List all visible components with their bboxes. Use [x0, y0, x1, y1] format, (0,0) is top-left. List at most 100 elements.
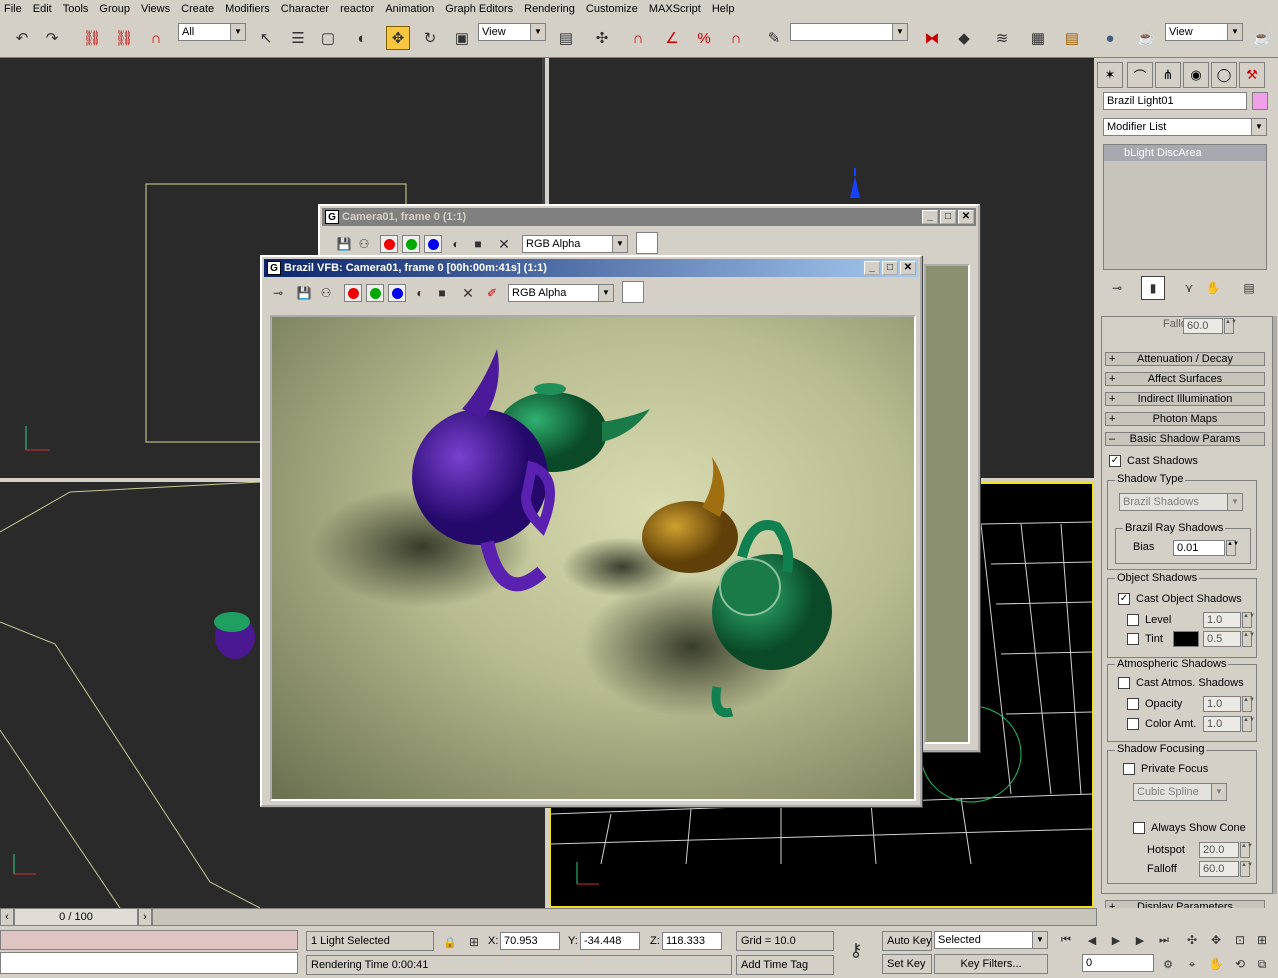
create-tab-icon[interactable]: ✶: [1097, 62, 1123, 88]
object-name-field[interactable]: Brazil Light01: [1103, 92, 1247, 110]
reference-coordinate-dropdown[interactable]: View ▼: [478, 23, 546, 41]
material-editor-icon[interactable]: ●: [1098, 26, 1122, 50]
modifier-list-dropdown[interactable]: Modifier List ▼: [1103, 118, 1267, 136]
hierarchy-tab-icon[interactable]: ⋔: [1155, 62, 1181, 88]
menu-animation[interactable]: Animation: [385, 3, 434, 15]
key-filters-button[interactable]: Key Filters...: [934, 954, 1048, 974]
play-icon[interactable]: ▶: [1104, 928, 1128, 952]
align-icon[interactable]: ◆: [952, 26, 976, 50]
hotspot-spinner[interactable]: 20.0 ▲▼: [1199, 842, 1253, 858]
opacity-checkbox[interactable]: [1127, 698, 1139, 710]
set-key-button[interactable]: Set Key: [882, 954, 932, 974]
select-and-link-icon[interactable]: ⛓: [80, 26, 104, 50]
percent-snap-icon[interactable]: %: [692, 26, 716, 50]
select-by-name-icon[interactable]: ☰: [286, 26, 310, 50]
rollout-attenuation-decay[interactable]: + Attenuation / Decay: [1105, 352, 1265, 366]
rollout-basic-shadow-params[interactable]: – Basic Shadow Params: [1105, 432, 1265, 446]
time-configuration-icon[interactable]: ⚙: [1156, 952, 1180, 976]
rollout-affect-surfaces[interactable]: + Affect Surfaces: [1105, 372, 1265, 386]
configure-modifier-sets-icon[interactable]: ▤: [1237, 276, 1261, 300]
menu-graph-editors[interactable]: Graph Editors: [445, 3, 513, 15]
private-focus-checkbox[interactable]: [1123, 763, 1135, 775]
select-and-rotate-icon[interactable]: ↻: [418, 26, 442, 50]
field-of-view-icon[interactable]: ⌖: [1180, 952, 1204, 976]
falloff-spinner[interactable]: 60.0 ▲▼: [1199, 861, 1253, 877]
snap-3d-icon[interactable]: ∩: [626, 26, 650, 50]
close-button[interactable]: ✕: [900, 261, 916, 275]
show-end-result-icon[interactable]: ▮: [1141, 276, 1165, 300]
display-tab-icon[interactable]: ◯: [1211, 62, 1237, 88]
layer-manager-icon[interactable]: ≋: [990, 26, 1014, 50]
render-type-dropdown[interactable]: View ▼: [1165, 23, 1243, 41]
maximize-button[interactable]: □: [940, 210, 956, 224]
curve-editor-icon[interactable]: ▦: [1026, 26, 1050, 50]
pivot-center-icon[interactable]: ▤: [554, 26, 578, 50]
timeline-prev-icon[interactable]: ‹: [0, 908, 14, 926]
undo-icon[interactable]: ↶: [10, 26, 34, 50]
menu-character[interactable]: Character: [281, 3, 329, 15]
clear-icon[interactable]: ✕: [492, 232, 516, 256]
level-spinner[interactable]: 1.0 ▲▼: [1203, 612, 1255, 628]
falloff-top-spinner[interactable]: 60.0 ▲▼: [1183, 318, 1237, 334]
red-channel-button[interactable]: [344, 284, 362, 302]
tint-color-swatch[interactable]: [1173, 631, 1199, 647]
zoom-icon[interactable]: ✣: [1180, 928, 1204, 952]
next-frame-icon[interactable]: ▶: [1128, 928, 1152, 952]
spinner-snap-icon[interactable]: ∩: [724, 26, 748, 50]
select-manipulate-icon[interactable]: ✣: [590, 26, 614, 50]
opacity-spinner[interactable]: 1.0 ▲▼: [1203, 696, 1255, 712]
menu-customize[interactable]: Customize: [586, 3, 638, 15]
maximize-viewport-icon[interactable]: ⧉: [1250, 952, 1274, 976]
redo-icon[interactable]: ↷: [40, 26, 64, 50]
remove-modifier-icon[interactable]: ✋: [1201, 276, 1225, 300]
close-button[interactable]: ✕: [958, 210, 974, 224]
alpha-toggle-icon[interactable]: ◐: [444, 232, 468, 256]
clone-window-icon[interactable]: ⚇: [314, 281, 338, 305]
shadow-type-dropdown[interactable]: Brazil Shadows ▼: [1119, 493, 1243, 511]
rollout-indirect-illumination[interactable]: + Indirect Illumination: [1105, 392, 1265, 406]
angle-snap-icon[interactable]: ∠: [660, 26, 684, 50]
level-checkbox[interactable]: [1127, 614, 1139, 626]
blue-channel-button[interactable]: [424, 235, 442, 253]
edit-named-selection-icon[interactable]: ✎: [762, 26, 786, 50]
key-selection-dropdown[interactable]: Selected ▼: [934, 931, 1048, 949]
window-crossing-icon[interactable]: ◐: [350, 26, 374, 50]
brazil-vfb-window[interactable]: G Brazil VFB: Camera01, frame 0 [00h:00m…: [260, 255, 922, 807]
mirror-icon[interactable]: ⧓: [920, 26, 944, 50]
rollout-photon-maps[interactable]: + Photon Maps: [1105, 412, 1265, 426]
camera01-titlebar[interactable]: G Camera01, frame 0 (1:1) _ □ ✕: [322, 208, 976, 226]
tint-checkbox[interactable]: [1127, 633, 1139, 645]
minimize-button[interactable]: _: [922, 210, 938, 224]
red-channel-button[interactable]: [380, 235, 398, 253]
save-bitmap-icon[interactable]: 💾: [292, 281, 316, 305]
zoom-extents-all-icon[interactable]: ⊞: [1250, 928, 1274, 952]
quick-render-icon[interactable]: ☕: [1250, 26, 1274, 50]
green-channel-button[interactable]: [366, 284, 384, 302]
named-selection-sets-dropdown[interactable]: ▼: [790, 23, 908, 41]
go-to-end-icon[interactable]: ⏭: [1152, 928, 1176, 952]
pin-icon[interactable]: ⊸: [266, 281, 290, 305]
menu-modifiers[interactable]: Modifiers: [225, 3, 270, 15]
menu-rendering[interactable]: Rendering: [524, 3, 575, 15]
channel-dropdown[interactable]: RGB Alpha ▼: [508, 284, 614, 302]
tint-spinner[interactable]: 0.5 ▲▼: [1203, 631, 1255, 647]
modify-tab-icon[interactable]: ⌒: [1127, 62, 1153, 88]
timeline-next-icon[interactable]: ›: [138, 908, 152, 926]
menu-reactor[interactable]: reactor: [340, 3, 374, 15]
unlink-icon[interactable]: ⛓: [112, 26, 136, 50]
cast-atmos-shadows-checkbox[interactable]: [1118, 677, 1130, 689]
maxscript-listener-mini[interactable]: [0, 930, 298, 950]
eyedropper-icon[interactable]: ✐: [480, 281, 504, 305]
select-and-move-icon[interactable]: ✥: [386, 26, 410, 50]
menu-help[interactable]: Help: [712, 3, 735, 15]
alpha-toggle-icon[interactable]: ◐: [408, 281, 432, 305]
menu-tools[interactable]: Tools: [63, 3, 89, 15]
pan-icon[interactable]: ✋: [1204, 952, 1228, 976]
mono-toggle-icon[interactable]: ■: [466, 232, 490, 256]
pin-stack-icon[interactable]: ⊸: [1105, 276, 1129, 300]
cast-object-shadows-checkbox[interactable]: ✓: [1118, 593, 1130, 605]
zoom-all-icon[interactable]: ✥: [1204, 928, 1228, 952]
cast-shadows-checkbox[interactable]: ✓: [1109, 455, 1121, 467]
add-time-tag[interactable]: Add Time Tag: [736, 955, 834, 975]
menu-edit[interactable]: Edit: [33, 3, 52, 15]
